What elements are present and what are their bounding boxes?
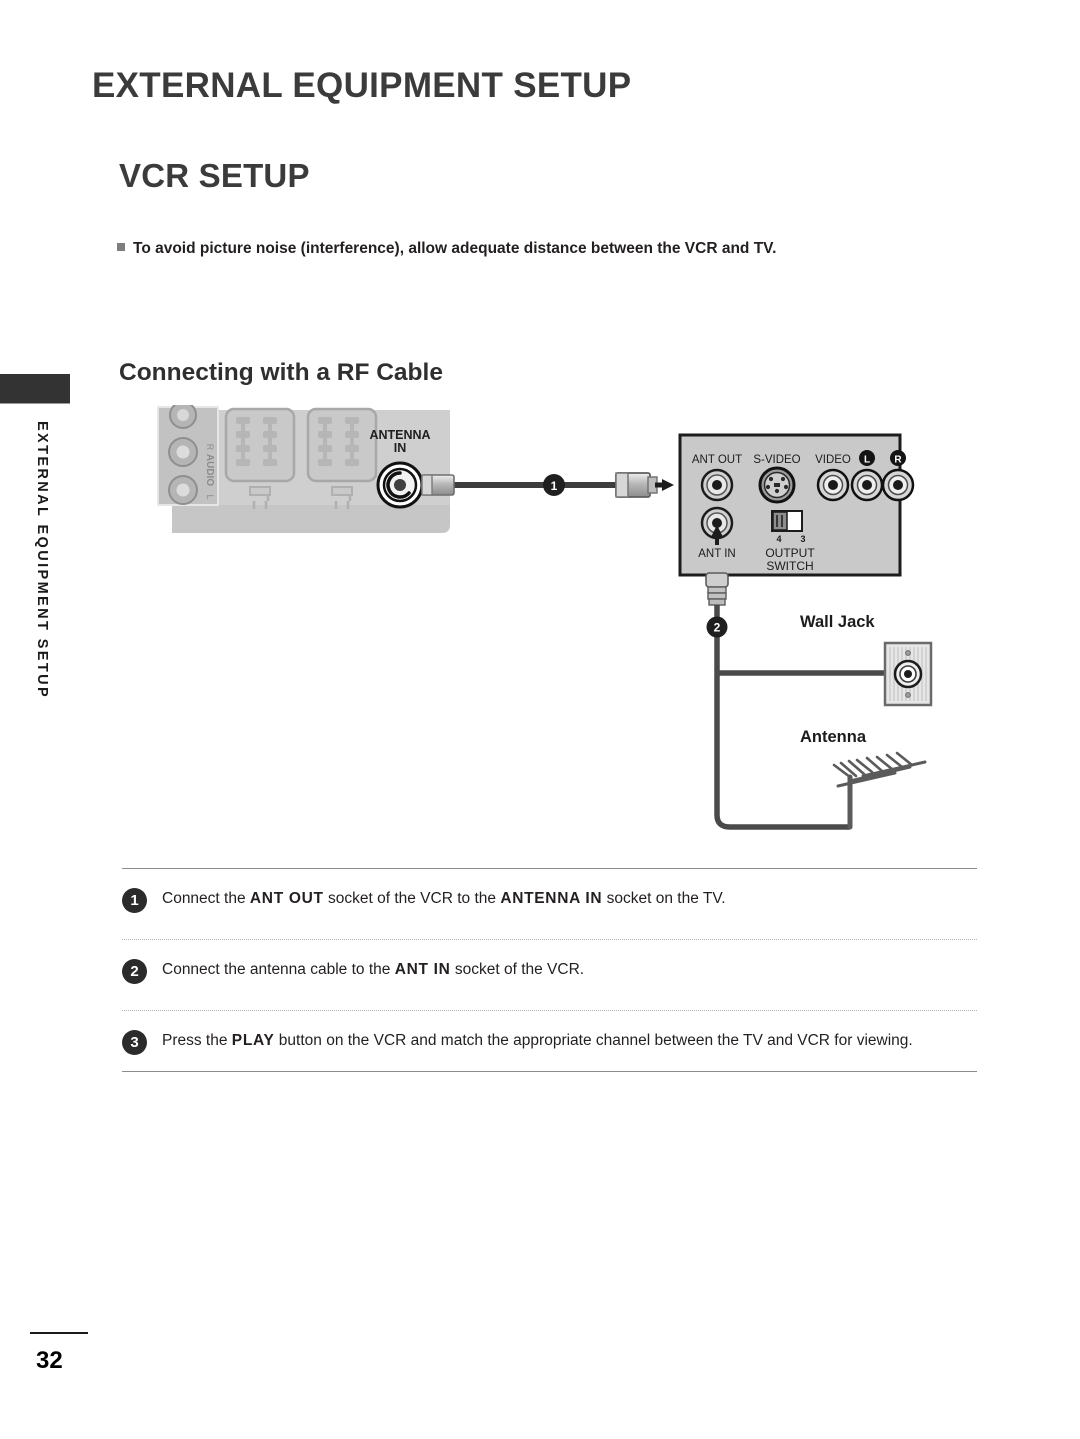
antenna-label: Antenna (800, 728, 867, 746)
steps-bottom-rule (122, 1071, 977, 1072)
svg-text:L: L (864, 455, 870, 466)
vcr-svideo-socket (758, 466, 796, 504)
tv-audio-jacks (168, 405, 198, 505)
tv-audio-label: AUDIO (204, 454, 215, 486)
svg-text:1: 1 (551, 479, 558, 493)
step-number-badge: 2 (122, 959, 147, 984)
chapter-title: EXTERNAL EQUIPMENT SETUP (92, 66, 632, 105)
step-text: Connect the antenna cable to the ANT IN … (162, 961, 585, 978)
section-title: VCR SETUP (119, 157, 310, 194)
note-text: To avoid picture noise (interference), a… (133, 240, 777, 257)
side-tab-label: EXTERNAL EQUIPMENT SETUP (34, 420, 50, 700)
antenna-graphic (832, 751, 927, 830)
tv-back-panel: R AUDIO L ANTENNA IN (157, 405, 450, 533)
svg-text:R: R (894, 455, 902, 466)
step-item: 2 Connect the antenna cable to the ANT I… (122, 940, 977, 1010)
vcr-output-switch-label-line1: OUTPUT (765, 546, 815, 560)
callout-marker-2: 2 (706, 616, 728, 638)
antenna-cable: 2 (705, 572, 885, 830)
step-number-badge: 1 (122, 888, 147, 913)
vcr-audio-left-socket (850, 468, 884, 502)
wall-jack-plate (883, 641, 933, 707)
step-item: 1 Connect the ANT OUT socket of the VCR … (122, 869, 977, 939)
vcr-svideo-label: S-VIDEO (753, 454, 800, 466)
vcr-ant-out-socket (700, 468, 734, 502)
footer-rule (30, 1332, 88, 1334)
tv-audio-right-label: R (205, 444, 215, 451)
rf-cable-tv-to-vcr: 1 (421, 472, 674, 498)
step-text: Connect the ANT OUT socket of the VCR to… (162, 890, 726, 907)
svg-text:2: 2 (714, 621, 721, 635)
note-row: To avoid picture noise (interference), a… (117, 240, 776, 258)
vcr-audio-right-socket (881, 468, 915, 502)
instruction-steps: 1 Connect the ANT OUT socket of the VCR … (122, 868, 977, 1072)
manual-page: EXTERNAL EQUIPMENT SETUP EXTERNAL EQUIPM… (0, 0, 1080, 1439)
vcr-switch-position-4: 4 (776, 534, 781, 544)
vcr-ant-out-label: ANT OUT (692, 454, 742, 466)
vcr-switch-position-3: 3 (800, 534, 805, 544)
vcr-video-label: VIDEO (815, 454, 851, 466)
step-text: Press the PLAY button on the VCR and mat… (162, 1032, 913, 1049)
vcr-audio-right-label-icon: R (890, 450, 906, 466)
tv-antenna-in-label-line1: ANTENNA (369, 428, 430, 442)
step-number-badge: 3 (122, 1030, 147, 1055)
subsection-title: Connecting with a RF Cable (119, 359, 443, 386)
step-item: 3 Press the PLAY button on the VCR and m… (122, 1011, 977, 1071)
tv-antenna-in-socket (376, 461, 424, 509)
page-number: 32 (36, 1347, 63, 1374)
vcr-output-switch-label-line2: SWITCH (766, 559, 813, 573)
wall-jack-label: Wall Jack (800, 613, 875, 631)
vcr-video-socket (816, 468, 850, 502)
callout-marker-1: 1 (543, 474, 565, 496)
vcr-audio-left-label-icon: L (859, 450, 875, 466)
vcr-output-switch[interactable] (771, 510, 803, 532)
vcr-back-panel: ANT OUT S-VIDEO VIDEO L R ANT IN 4 3 OUT… (678, 433, 915, 577)
tv-antenna-in-label-line2: IN (394, 441, 407, 455)
square-bullet-icon (117, 243, 125, 251)
vcr-ant-in-label: ANT IN (698, 548, 736, 560)
tv-audio-left-label: L (205, 494, 215, 499)
rf-cable-connection-diagram: R AUDIO L ANTENNA IN 1 ANT OUT S-VIDEO V… (150, 405, 940, 845)
